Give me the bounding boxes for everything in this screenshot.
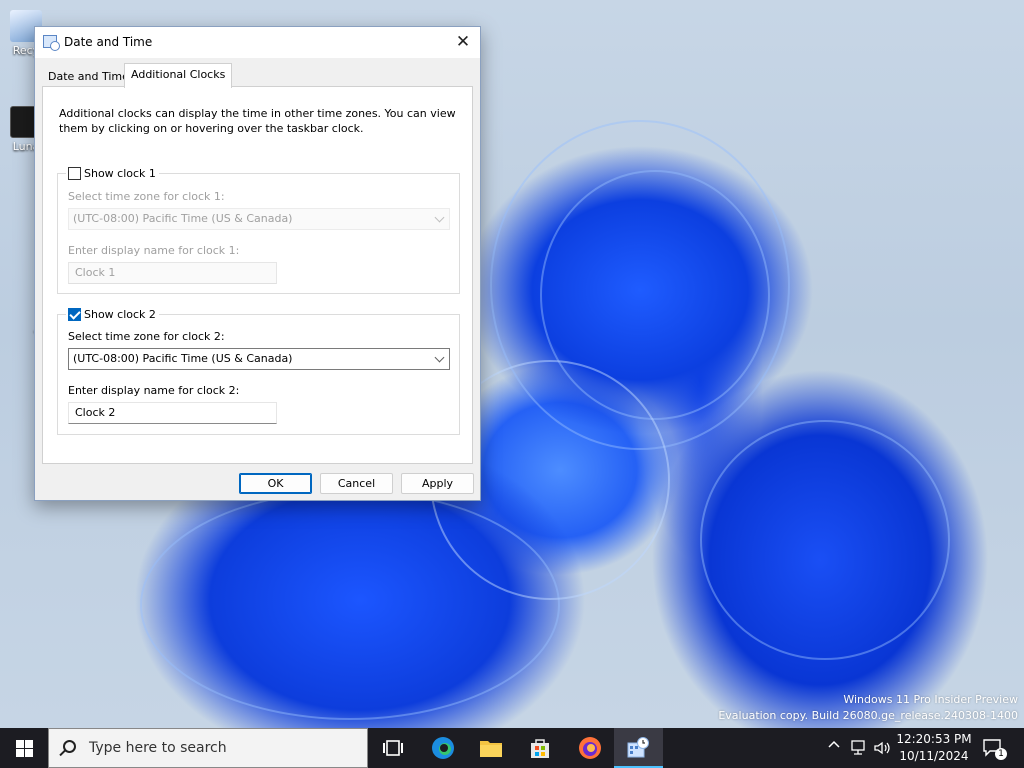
taskbar-active-app[interactable] bbox=[614, 728, 663, 768]
search-placeholder: Type here to search bbox=[89, 740, 227, 756]
show-clock2-label[interactable]: Show clock 2 bbox=[84, 308, 156, 321]
search-icon bbox=[63, 740, 76, 753]
clock2-timezone-select[interactable]: (UTC-08:00) Pacific Time (US & Canada) bbox=[68, 348, 450, 370]
show-clock1-label[interactable]: Show clock 1 bbox=[84, 167, 156, 180]
clock1-group: Show clock 1 Select time zone for clock … bbox=[57, 165, 460, 294]
ok-button[interactable]: OK bbox=[239, 473, 312, 494]
start-button[interactable] bbox=[0, 728, 48, 768]
clock2-timezone-value: (UTC-08:00) Pacific Time (US & Canada) bbox=[73, 352, 293, 365]
show-clock2-checkbox[interactable] bbox=[68, 307, 81, 321]
clock1-name-input[interactable]: Clock 1 bbox=[68, 262, 277, 284]
clock2-legend[interactable]: Show clock 2 bbox=[66, 306, 159, 322]
clock1-legend[interactable]: Show clock 1 bbox=[66, 165, 159, 181]
wallpaper-swirl bbox=[700, 420, 950, 660]
clock2-timezone-label: Select time zone for clock 2: bbox=[68, 330, 225, 343]
volume-icon[interactable] bbox=[873, 739, 891, 761]
network-icon[interactable] bbox=[849, 739, 867, 761]
taskbar-clock[interactable]: 12:20:53 PM 10/11/2024 bbox=[894, 731, 974, 765]
firefox-icon[interactable] bbox=[578, 736, 602, 760]
dialog-titlebar[interactable]: Date and Time ✕ bbox=[35, 27, 480, 58]
windows-logo-icon bbox=[16, 749, 24, 757]
clock2-name-label: Enter display name for clock 2: bbox=[68, 384, 240, 397]
clock1-timezone-label: Select time zone for clock 1: bbox=[68, 190, 225, 203]
dialog-title: Date and Time bbox=[64, 35, 153, 49]
notification-badge: 1 bbox=[995, 748, 1007, 760]
show-hidden-icons-chevron[interactable] bbox=[828, 739, 840, 755]
clock2-group: Show clock 2 Select time zone for clock … bbox=[57, 306, 460, 435]
chevron-down-icon bbox=[434, 212, 445, 223]
intro-text: Additional clocks can display the time i… bbox=[59, 107, 456, 135]
taskbar-search-box[interactable]: Type here to search bbox=[48, 728, 368, 768]
date-time-dialog: Date and Time ✕ Date and Time Additional… bbox=[34, 26, 481, 501]
windows-logo-icon bbox=[25, 749, 33, 757]
cancel-button[interactable]: Cancel bbox=[320, 473, 393, 494]
date-time-app-icon bbox=[43, 35, 60, 51]
show-clock1-checkbox[interactable] bbox=[68, 166, 81, 180]
store-icon[interactable] bbox=[528, 736, 552, 760]
file-explorer-icon[interactable] bbox=[479, 736, 503, 760]
windows-logo-icon bbox=[16, 740, 24, 748]
chevron-down-icon bbox=[434, 352, 445, 363]
tab-date-and-time[interactable]: Date and Time bbox=[42, 67, 135, 87]
edge-icon[interactable] bbox=[431, 736, 455, 760]
apply-button[interactable]: Apply bbox=[401, 473, 474, 494]
watermark-build: Evaluation copy. Build 26080.ge_release.… bbox=[718, 709, 1018, 722]
additional-clocks-panel: Additional clocks can display the time i… bbox=[42, 86, 473, 464]
close-button[interactable]: ✕ bbox=[450, 30, 476, 54]
date-time-settings-icon bbox=[626, 736, 650, 760]
task-view-icon[interactable] bbox=[381, 736, 405, 760]
clock-date: 10/11/2024 bbox=[899, 749, 969, 763]
watermark-edition: Windows 11 Pro Insider Preview bbox=[843, 693, 1018, 706]
windows-logo-icon bbox=[25, 740, 33, 748]
clock1-name-label: Enter display name for clock 1: bbox=[68, 244, 240, 257]
clock-time: 12:20:53 PM bbox=[896, 732, 972, 746]
clock1-timezone-select[interactable]: (UTC-08:00) Pacific Time (US & Canada) bbox=[68, 208, 450, 230]
taskbar: Type here to search 12:20:53 PM 10/11/20… bbox=[0, 728, 1024, 768]
clock2-name-input[interactable]: Clock 2 bbox=[68, 402, 277, 424]
tab-additional-clocks[interactable]: Additional Clocks bbox=[124, 63, 233, 88]
clock1-timezone-value: (UTC-08:00) Pacific Time (US & Canada) bbox=[73, 212, 293, 225]
